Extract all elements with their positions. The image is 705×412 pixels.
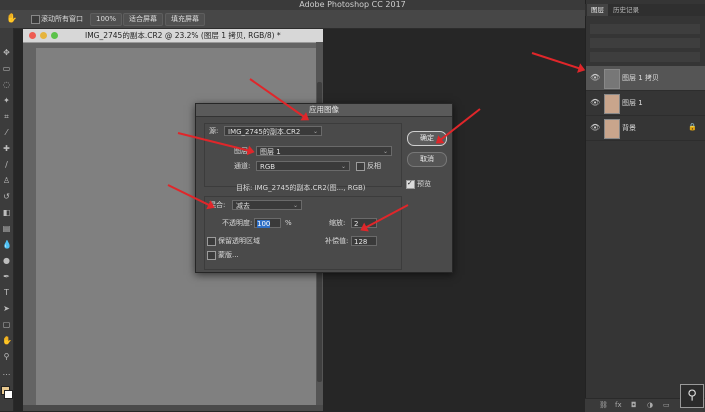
- document-status-bar: [23, 405, 323, 411]
- opacity-input[interactable]: 100: [254, 218, 281, 228]
- offset-label: 补偿值:: [325, 237, 349, 245]
- blur-tool-icon[interactable]: 💧: [2, 240, 12, 249]
- layer-row[interactable]: 👁 背景 🔒: [586, 116, 705, 141]
- scroll-all-label: 滚动所有窗口: [41, 15, 83, 23]
- scroll-all-checkbox[interactable]: [31, 15, 40, 24]
- opacity-unit: %: [285, 219, 292, 227]
- tab-layers[interactable]: 图层: [587, 4, 608, 16]
- annotation-arrow: [531, 52, 582, 71]
- invert-checkbox[interactable]: [356, 162, 365, 171]
- clone-stamp-tool-icon[interactable]: ♙: [2, 176, 11, 185]
- layer-thumbnail: [604, 69, 620, 89]
- document-tab[interactable]: IMG_2745的副本.CR2 @ 23.2% (图层 1 拷贝, RGB/8)…: [23, 29, 323, 43]
- offset-value: 128: [354, 238, 368, 246]
- hand-tool-icon[interactable]: ✋: [2, 336, 12, 345]
- brush-tool-icon[interactable]: ∕: [2, 160, 11, 169]
- channel-select[interactable]: RGB ⌄: [256, 161, 350, 171]
- chevron-down-icon: ⌄: [312, 128, 318, 135]
- healing-brush-tool-icon[interactable]: ✚: [2, 144, 11, 153]
- panel-tabs: 图层 历史记录: [585, 4, 705, 16]
- eyedropper-tool-icon[interactable]: ⁄: [2, 128, 11, 137]
- layer-thumbnail: [604, 119, 620, 139]
- adjustment-layer-icon[interactable]: ◑: [647, 401, 653, 409]
- pen-tool-icon[interactable]: ✒: [2, 272, 11, 281]
- add-mask-icon[interactable]: ◘: [631, 401, 637, 409]
- dialog-title: 应用图像: [196, 104, 452, 117]
- source-value: IMG_2745的副本.CR2: [228, 128, 301, 136]
- layer-row[interactable]: 👁 图层 1 拷贝: [586, 66, 705, 91]
- mask-checkbox[interactable]: [207, 251, 216, 260]
- cancel-button[interactable]: 取消: [407, 152, 447, 167]
- close-window-icon[interactable]: [29, 32, 36, 39]
- offset-input[interactable]: 128: [351, 236, 377, 246]
- layer-list: 👁 图层 1 拷贝 👁 图层 1 👁 背景 🔒: [586, 66, 705, 141]
- blend-mode-bar[interactable]: [590, 38, 700, 48]
- marquee-tool-icon[interactable]: ▭: [2, 64, 11, 73]
- layer-value: 图层 1: [260, 148, 281, 156]
- source-select[interactable]: IMG_2745的副本.CR2 ⌄: [224, 126, 322, 136]
- history-brush-tool-icon[interactable]: ↺: [2, 192, 11, 201]
- layer-lock-bar[interactable]: [590, 52, 700, 62]
- chevron-down-icon: ⌄: [340, 163, 346, 170]
- move-tool-icon[interactable]: ✥: [2, 48, 11, 57]
- chevron-down-icon: ⌄: [382, 148, 388, 155]
- dodge-tool-icon[interactable]: ●: [2, 256, 11, 265]
- layer-filter-bar[interactable]: [590, 24, 700, 34]
- layer-select[interactable]: 图层 1 ⌄: [256, 146, 392, 156]
- gradient-tool-icon[interactable]: ▤: [2, 224, 11, 233]
- eye-icon[interactable]: 👁: [590, 98, 600, 107]
- maximize-window-icon[interactable]: [51, 32, 58, 39]
- fx-icon[interactable]: fx: [615, 401, 622, 409]
- fit-screen-button[interactable]: 适合屏幕: [123, 13, 163, 26]
- layer-name: 图层 1 拷贝: [622, 74, 659, 82]
- lock-icon: 🔒: [688, 123, 697, 131]
- blending-value: 减去: [236, 202, 250, 210]
- background-color-swatch[interactable]: [4, 390, 13, 399]
- layer-thumbnail: [604, 94, 620, 114]
- lasso-tool-icon[interactable]: ◌: [2, 80, 11, 89]
- chevron-down-icon: ⌄: [292, 202, 298, 209]
- zoom-tool-icon[interactable]: ⚲: [2, 352, 11, 361]
- fill-screen-button[interactable]: 填充屏幕: [165, 13, 205, 26]
- minimize-window-icon[interactable]: [40, 32, 47, 39]
- layer-name: 背景: [622, 124, 636, 132]
- eye-icon[interactable]: 👁: [590, 73, 600, 82]
- hand-tool-icon: ✋: [6, 14, 18, 24]
- blending-select[interactable]: 减去 ⌄: [232, 200, 302, 210]
- preserve-transparency-label: 保留透明区域: [218, 237, 260, 245]
- channel-value: RGB: [260, 163, 276, 171]
- opacity-value: 100: [257, 220, 271, 228]
- layer-name: 图层 1: [622, 99, 643, 107]
- scale-label: 缩放:: [329, 219, 346, 227]
- type-tool-icon[interactable]: T: [2, 288, 11, 297]
- eye-icon[interactable]: 👁: [590, 123, 600, 132]
- path-selection-tool-icon[interactable]: ➤: [2, 304, 11, 313]
- new-group-icon[interactable]: ▭: [663, 401, 670, 409]
- preview-label: 预览: [417, 180, 431, 188]
- document-title: IMG_2745的副本.CR2 @ 23.2% (图层 1 拷贝, RGB/8)…: [85, 31, 281, 40]
- invert-label: 反相: [367, 162, 381, 170]
- preview-checkbox[interactable]: [406, 179, 415, 189]
- shape-tool-icon[interactable]: ▢: [2, 320, 11, 329]
- tools-panel: ✥ ▭ ◌ ✦ ⌗ ⁄ ✚ ∕ ♙ ↺ ◧ ▤ 💧 ● ✒ T ➤ ▢ ✋ ⚲ …: [0, 28, 14, 411]
- more-tools-icon[interactable]: …: [2, 368, 11, 377]
- apply-image-dialog: 应用图像 源: IMG_2745的副本.CR2 ⌄ 图层: 图层 1 ⌄ 通道:…: [195, 103, 453, 273]
- eraser-tool-icon[interactable]: ◧: [2, 208, 11, 217]
- tab-history[interactable]: 历史记录: [609, 4, 643, 16]
- zoom-100-button[interactable]: 100%: [90, 13, 123, 26]
- magnifier-icon[interactable]: ⚲: [680, 384, 704, 408]
- link-layers-icon[interactable]: ⛓: [599, 401, 608, 409]
- opacity-label: 不透明度:: [222, 219, 253, 227]
- channel-label: 通道:: [234, 162, 251, 170]
- target-text: 目标: IMG_2745的副本.CR2(图..., RGB): [236, 184, 366, 192]
- mask-label: 蒙版...: [218, 251, 239, 259]
- source-label: 源:: [209, 127, 219, 135]
- layer-row[interactable]: 👁 图层 1: [586, 91, 705, 116]
- preserve-transparency-checkbox[interactable]: [207, 237, 216, 246]
- crop-tool-icon[interactable]: ⌗: [2, 112, 11, 121]
- magic-wand-tool-icon[interactable]: ✦: [2, 96, 11, 105]
